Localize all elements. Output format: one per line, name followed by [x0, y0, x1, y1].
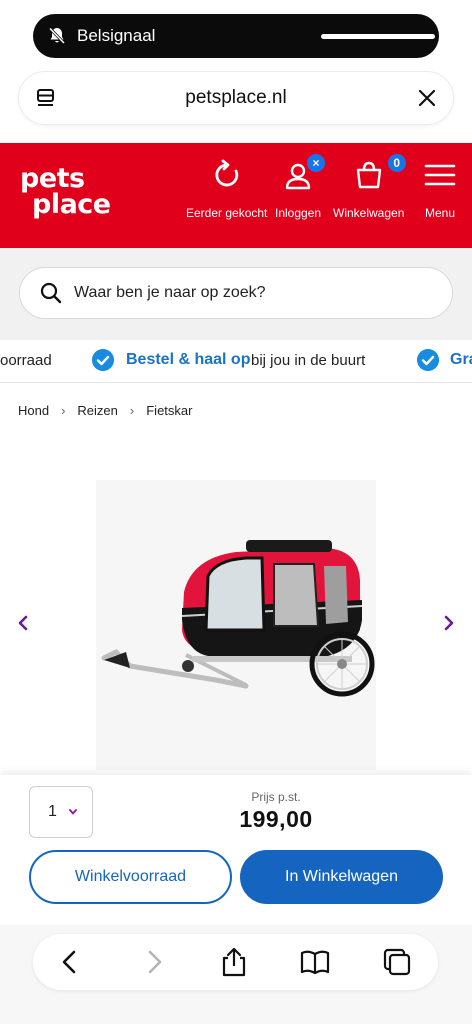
refresh-icon [215, 159, 238, 187]
cart-count-badge: 0 [385, 152, 408, 174]
site-logo[interactable]: pets place [20, 165, 111, 220]
close-icon[interactable] [415, 86, 439, 110]
search-icon [40, 282, 62, 304]
bookmarks-icon[interactable] [299, 946, 331, 978]
nav-label: Inloggen [275, 206, 322, 220]
address-bar[interactable]: petsplace.nl [19, 72, 453, 124]
logo-line-2: place [32, 189, 111, 220]
hamburger-icon [424, 164, 456, 186]
chevron-down-icon [68, 809, 77, 815]
carousel-next-icon[interactable] [440, 612, 458, 634]
check-icon [92, 349, 114, 371]
usp-text-prefix: oorraad [0, 352, 52, 369]
breadcrumb-item[interactable]: Fietskar [146, 403, 192, 418]
quantity-select[interactable]: 1 [29, 786, 93, 838]
check-icon [417, 349, 439, 371]
chevron-right-icon: › [61, 403, 66, 418]
breadcrumb-item[interactable]: Reizen [77, 403, 117, 418]
nav-label: Eerder gekocht [186, 206, 268, 220]
page-menu-icon[interactable] [35, 87, 57, 109]
nav-eerder-gekocht[interactable]: Eerder gekocht [186, 158, 267, 220]
back-icon[interactable] [54, 946, 86, 978]
add-to-cart-button[interactable]: In Winkelwagen [240, 850, 443, 904]
status-pill: Belsignaal [33, 14, 439, 58]
bell-slash-icon [48, 27, 66, 45]
status-text: Belsignaal [77, 26, 156, 45]
usp-next-highlight: Gra [450, 351, 472, 368]
breadcrumb: Hond › Reizen › Fietskar [18, 403, 192, 418]
nav-winkelwagen[interactable]: 0 Winkelwagen [333, 152, 408, 220]
search-input[interactable]: Waar ben je naar op zoek? [19, 267, 453, 319]
price-label: Prijs p.st. [251, 790, 301, 804]
carousel-prev-icon[interactable] [14, 612, 32, 634]
url-text[interactable]: petsplace.nl [185, 87, 286, 109]
nav-label: Winkelwagen [333, 206, 405, 220]
bike-trailer-image[interactable] [96, 480, 376, 770]
basket-icon [356, 161, 381, 189]
login-badge: × [305, 152, 328, 174]
breadcrumb-item[interactable]: Hond [18, 403, 49, 418]
price-value: 199,00 [239, 806, 313, 832]
status-progress-bar [321, 34, 435, 39]
share-icon[interactable] [218, 946, 250, 978]
tabs-icon[interactable] [381, 946, 413, 978]
nav-inloggen[interactable]: × Inloggen [275, 152, 328, 220]
chevron-right-icon: › [129, 403, 135, 418]
nav-menu[interactable]: Menu [423, 158, 457, 220]
forward-icon[interactable] [138, 946, 170, 978]
nav-label: Menu [424, 206, 456, 220]
usp-text: bij jou in de buurt [251, 352, 366, 369]
usp-highlight: Bestel & haal op [126, 351, 251, 368]
search-placeholder: Waar ben je naar op zoek? [74, 284, 266, 301]
store-stock-button[interactable]: Winkelvoorraad [29, 850, 232, 904]
quantity-value: 1 [48, 803, 57, 820]
